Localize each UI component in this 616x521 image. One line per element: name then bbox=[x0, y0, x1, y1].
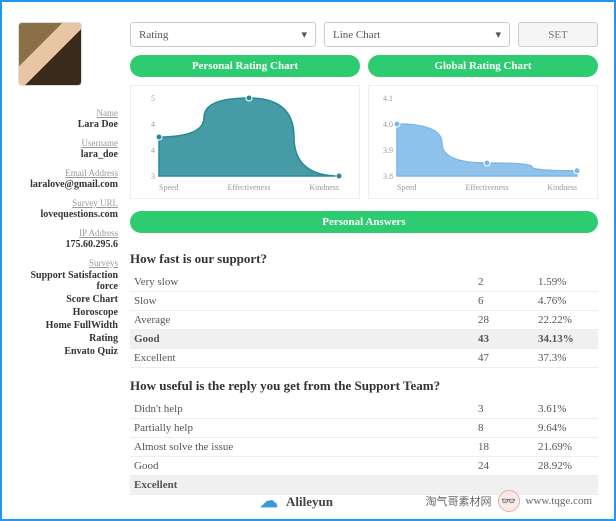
answer-row: Very slow21.59% bbox=[130, 273, 598, 292]
answer-pct: 37.3% bbox=[538, 352, 598, 364]
survey-item[interactable]: Score Chart bbox=[18, 294, 118, 305]
answer-label: Didn't help bbox=[130, 403, 478, 415]
chevron-down-icon: ▾ bbox=[301, 28, 307, 41]
survey-url-label: Survey URL bbox=[72, 198, 118, 208]
svg-text:3: 3 bbox=[151, 172, 155, 181]
personal-answers-title: Personal Answers bbox=[130, 211, 598, 233]
brand-text: Alileyun bbox=[286, 494, 333, 510]
username-value: lara_doe bbox=[81, 149, 118, 160]
survey-item[interactable]: Horoscope bbox=[18, 307, 118, 318]
avatar bbox=[18, 22, 82, 86]
answer-count: 24 bbox=[478, 460, 538, 472]
svg-text:Kindness: Kindness bbox=[547, 183, 577, 192]
question-title: How useful is the reply you get from the… bbox=[130, 378, 598, 394]
answer-count: 3 bbox=[478, 403, 538, 415]
answer-pct: 21.69% bbox=[538, 441, 598, 453]
answer-row: Good4334.13% bbox=[130, 330, 598, 349]
questions-section: How fast is our support?Very slow21.59%S… bbox=[130, 241, 598, 495]
answer-label: Partially help bbox=[130, 422, 478, 434]
answer-count: 43 bbox=[478, 333, 538, 345]
controls-row: Rating ▾ Line Chart ▾ SET bbox=[130, 22, 598, 47]
rating-select[interactable]: Rating ▾ bbox=[130, 22, 316, 47]
answer-row: Slow64.76% bbox=[130, 292, 598, 311]
svg-text:4.0: 4.0 bbox=[383, 120, 393, 129]
email-label: Email Address bbox=[65, 168, 118, 178]
main-content: Rating ▾ Line Chart ▾ SET Personal Ratin… bbox=[130, 22, 598, 499]
answer-label: Excellent bbox=[130, 352, 478, 364]
surveys-list: Support Satisfaction force Score Chart Hor… bbox=[18, 268, 118, 357]
cloud-icon: ☁ bbox=[260, 491, 278, 512]
answer-pct: 28.92% bbox=[538, 460, 598, 472]
svg-text:4.1: 4.1 bbox=[383, 94, 393, 103]
answer-count: 28 bbox=[478, 314, 538, 326]
answer-count: 2 bbox=[478, 276, 538, 288]
answer-label: Good bbox=[130, 333, 478, 345]
set-button[interactable]: SET bbox=[518, 22, 598, 47]
svg-text:Speed: Speed bbox=[159, 183, 179, 192]
survey-item[interactable]: Support Satisfaction force bbox=[18, 270, 118, 292]
username-label: Username bbox=[82, 138, 118, 148]
svg-text:4: 4 bbox=[151, 146, 155, 155]
footer-url: www.tqge.com bbox=[526, 495, 593, 507]
question-title: How fast is our support? bbox=[130, 251, 598, 267]
answer-count: 8 bbox=[478, 422, 538, 434]
answer-count: 47 bbox=[478, 352, 538, 364]
ip-value: 175.60.295.6 bbox=[66, 239, 119, 250]
svg-text:Kindness: Kindness bbox=[309, 183, 339, 192]
chart-titles-row: Personal Rating Chart Global Rating Char… bbox=[130, 55, 598, 77]
chart-type-select[interactable]: Line Chart ▾ bbox=[324, 22, 510, 47]
personal-chart: 3 4 4 5 Speed Effectiveness Kindness bbox=[130, 85, 360, 199]
survey-url-value: lovequestions.com bbox=[41, 209, 119, 220]
answer-count: 18 bbox=[478, 441, 538, 453]
answer-pct: 22.22% bbox=[538, 314, 598, 326]
footer-brand: ☁ Alileyun bbox=[260, 491, 333, 512]
ip-label: IP Address bbox=[79, 228, 118, 238]
name-label: Name bbox=[97, 108, 119, 118]
survey-item[interactable]: Envato Quiz bbox=[18, 346, 118, 357]
svg-text:Effectiveness: Effectiveness bbox=[466, 183, 509, 192]
personal-chart-title: Personal Rating Chart bbox=[130, 55, 360, 77]
answer-count: 6 bbox=[478, 295, 538, 307]
email-value: laralove@gmail.com bbox=[30, 179, 118, 190]
survey-item[interactable]: Rating bbox=[18, 333, 118, 344]
svg-text:3.9: 3.9 bbox=[383, 146, 393, 155]
surveys-label: Surveys bbox=[89, 258, 118, 268]
svg-text:3.8: 3.8 bbox=[383, 172, 393, 181]
chevron-down-icon: ▾ bbox=[495, 28, 501, 41]
global-chart-title: Global Rating Chart bbox=[368, 55, 598, 77]
answer-pct: 3.61% bbox=[538, 403, 598, 415]
answer-label: Average bbox=[130, 314, 478, 326]
select-value: Rating bbox=[139, 29, 168, 41]
svg-text:Speed: Speed bbox=[397, 183, 417, 192]
svg-text:4: 4 bbox=[151, 120, 155, 129]
emoji-icon: 👓 bbox=[498, 490, 520, 512]
app-container: Name Lara Doe Username lara_doe Email Ad… bbox=[0, 0, 616, 521]
footer-right: 淘气哥素材网 👓 www.tqge.com bbox=[426, 490, 593, 512]
answer-pct: 1.59% bbox=[538, 276, 598, 288]
svg-text:Effectiveness: Effectiveness bbox=[228, 183, 271, 192]
select-value: Line Chart bbox=[333, 29, 380, 41]
answer-pct: 4.76% bbox=[538, 295, 598, 307]
global-chart: 3.8 3.9 4.0 4.1 Speed Effectiveness Kindness bbox=[368, 85, 598, 199]
answer-pct: 9.64% bbox=[538, 422, 598, 434]
answer-label: Good bbox=[130, 460, 478, 472]
answer-row: Almost solve the issue1821.69% bbox=[130, 438, 598, 457]
answer-row: Didn't help33.61% bbox=[130, 400, 598, 419]
answer-label: Slow bbox=[130, 295, 478, 307]
answer-pct: 34.13% bbox=[538, 333, 598, 345]
sidebar: Name Lara Doe Username lara_doe Email Ad… bbox=[18, 22, 118, 499]
answer-row: Average2822.22% bbox=[130, 311, 598, 330]
answer-row: Partially help89.64% bbox=[130, 419, 598, 438]
answer-row: Good2428.92% bbox=[130, 457, 598, 476]
footer-text: 淘气哥素材网 bbox=[426, 493, 492, 509]
svg-text:5: 5 bbox=[151, 94, 155, 103]
answer-row: Excellent4737.3% bbox=[130, 349, 598, 368]
charts-row: 3 4 4 5 Speed Effectiveness Kindness 3.8 3.9 4.0… bbox=[130, 85, 598, 199]
answer-label: Very slow bbox=[130, 276, 478, 288]
answer-label: Almost solve the issue bbox=[130, 441, 478, 453]
survey-item[interactable]: Home FullWidth bbox=[18, 320, 118, 331]
name-value: Lara Doe bbox=[78, 119, 118, 130]
